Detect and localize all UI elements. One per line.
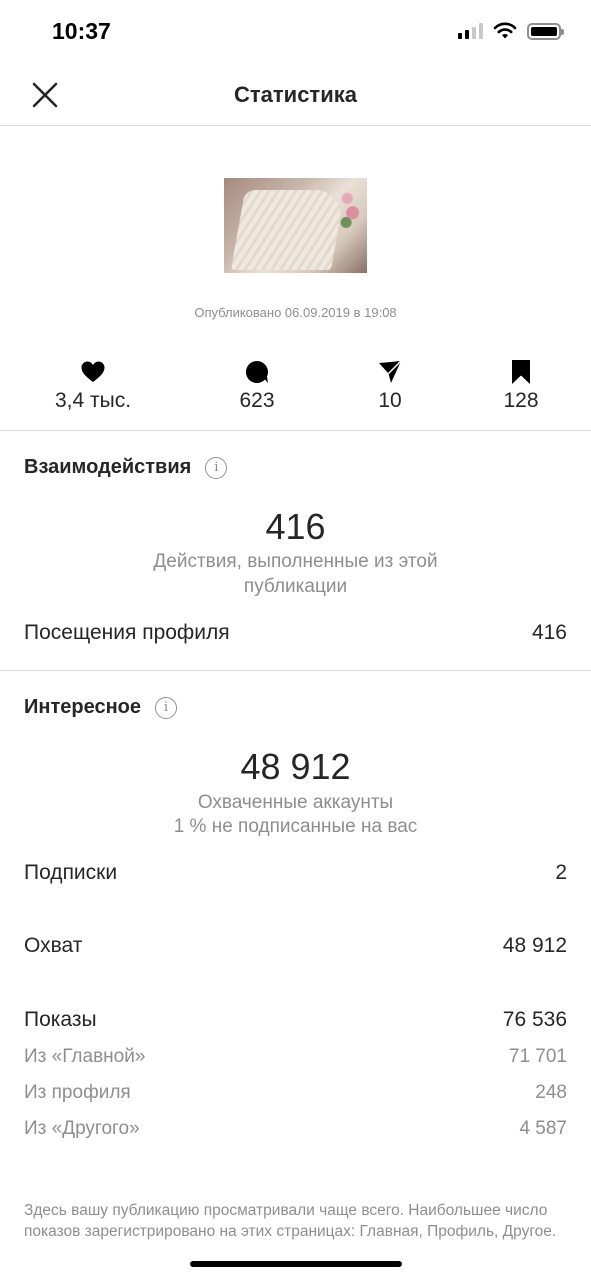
status-icons <box>458 22 564 40</box>
footnote: Здесь вашу публикацию просматривали чаще… <box>24 1202 557 1240</box>
header: Статистика <box>0 62 591 126</box>
interactions-description: Действия, выполненные из этой публикации <box>153 551 438 597</box>
from-profile-row: Из профиля 248 <box>24 1082 567 1104</box>
discovery-note: 1 % не подписанные на вас <box>173 816 418 837</box>
follows-row: Подписки 2 <box>24 861 567 885</box>
share-icon <box>379 360 402 383</box>
discovery-title: Интересное i <box>24 696 177 719</box>
metrics-row: 3,4 тыс. 623 10 128 <box>0 358 591 430</box>
row-value: 4 587 <box>519 1118 567 1139</box>
row-label: Охват <box>24 934 83 957</box>
from-other-row: Из «Другого» 4 587 <box>24 1118 567 1140</box>
post-thumbnail[interactable] <box>224 178 367 273</box>
row-label: Подписки <box>24 861 118 884</box>
impressions-row: Показы 76 536 <box>24 1008 567 1032</box>
home-indicator[interactable] <box>190 1261 402 1267</box>
from-home-row: Из «Главной» 71 701 <box>24 1046 567 1068</box>
row-value: 416 <box>531 621 567 644</box>
discovery-description: Охваченные аккаунты <box>197 792 394 813</box>
heart-icon <box>81 361 105 382</box>
battery-icon <box>527 22 564 40</box>
info-icon[interactable]: i <box>155 696 177 719</box>
row-label: Из профиля <box>24 1082 131 1103</box>
row-label: Показы <box>24 1008 97 1031</box>
divider <box>0 430 591 431</box>
row-value: 48 912 <box>502 934 567 957</box>
profile-visits-row: Посещения профиля 416 <box>24 621 567 645</box>
interactions-title-text: Взаимодействия <box>24 456 192 478</box>
comment-icon <box>245 360 268 383</box>
info-icon[interactable]: i <box>205 456 228 479</box>
saves-count: 128 <box>503 389 539 412</box>
likes-count: 3,4 тыс. <box>54 389 132 412</box>
comments-count: 623 <box>239 389 275 412</box>
saves-metric[interactable]: 128 <box>451 358 591 413</box>
reach-row: Охват 48 912 <box>24 934 567 958</box>
row-value: 248 <box>535 1082 567 1103</box>
divider <box>0 670 591 671</box>
discovery-title-text: Интересное <box>24 696 141 718</box>
row-label: Из «Другого» <box>24 1118 140 1139</box>
row-value: 71 701 <box>508 1046 567 1067</box>
page-title: Статистика <box>234 82 357 107</box>
shares-metric[interactable]: 10 <box>320 358 460 413</box>
published-date: Опубликовано 06.09.2019 в 19:08 <box>194 305 397 320</box>
likes-metric[interactable]: 3,4 тыс. <box>23 358 163 413</box>
status-time: 10:37 <box>52 18 111 44</box>
cellular-signal-icon <box>458 23 483 39</box>
row-value: 2 <box>555 861 567 884</box>
row-label: Из «Главной» <box>24 1046 146 1067</box>
comments-metric[interactable]: 623 <box>187 358 327 413</box>
discovery-total: 48 912 <box>240 746 351 787</box>
status-bar: 10:37 <box>0 0 591 62</box>
bookmark-icon <box>512 360 530 384</box>
wifi-icon <box>493 22 517 39</box>
shares-count: 10 <box>378 389 402 412</box>
row-label: Посещения профиля <box>24 621 230 644</box>
interactions-total: 416 <box>265 506 326 547</box>
row-value: 76 536 <box>502 1008 567 1031</box>
interactions-title: Взаимодействия i <box>24 456 228 479</box>
